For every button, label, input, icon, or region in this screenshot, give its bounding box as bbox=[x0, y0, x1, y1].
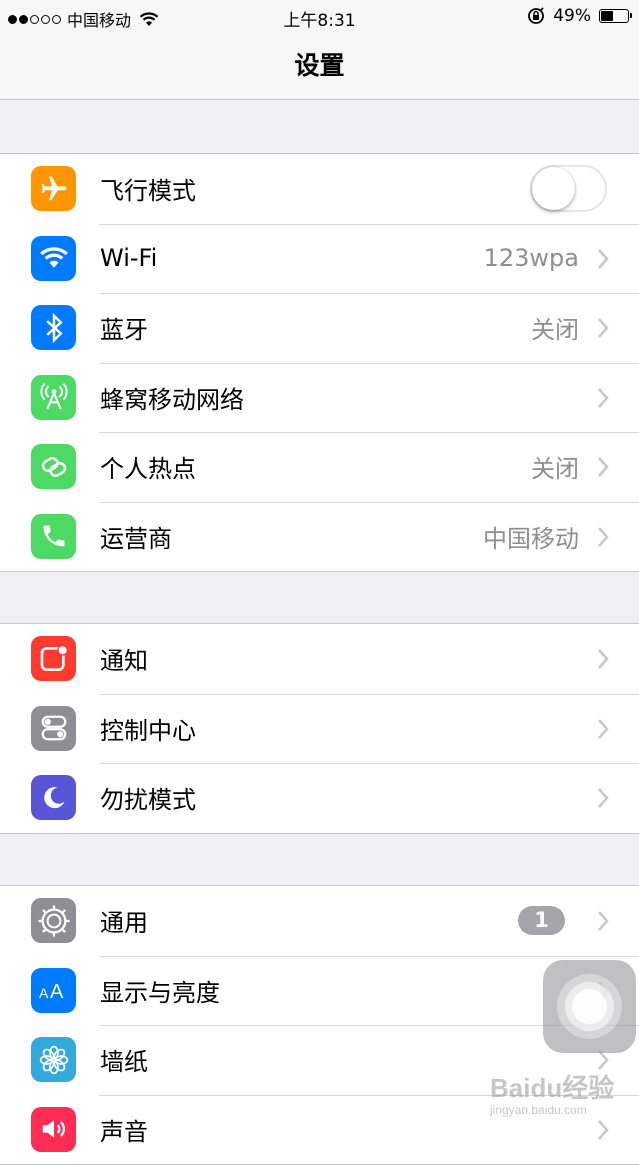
status-bar: 中国移动 上午8:31 49% bbox=[0, 0, 639, 40]
chevron-right-icon bbox=[598, 911, 609, 931]
wifi-icon bbox=[31, 235, 76, 281]
row-general[interactable]: 通用 1 bbox=[0, 886, 639, 956]
row-cellular[interactable]: 蜂窝移动网络 bbox=[0, 362, 639, 433]
page-title: 设置 bbox=[294, 51, 345, 80]
row-label: 声音 bbox=[100, 1117, 148, 1146]
row-value: 关闭 bbox=[531, 316, 579, 345]
watermark-sub: jingyan.baidu.com bbox=[490, 1103, 587, 1117]
orientation-lock-icon bbox=[528, 7, 545, 24]
row-label: 个人热点 bbox=[100, 455, 196, 484]
chevron-right-icon bbox=[598, 649, 609, 669]
svg-text:A: A bbox=[50, 981, 64, 1002]
update-badge: 1 bbox=[518, 906, 565, 935]
row-wifi[interactable]: Wi-Fi 123wpa bbox=[0, 223, 639, 294]
speaker-icon bbox=[31, 1106, 76, 1152]
notifications-icon bbox=[31, 636, 76, 681]
row-carrier[interactable]: 运营商 中国移动 bbox=[0, 501, 639, 572]
airplane-icon bbox=[31, 166, 76, 211]
chevron-right-icon bbox=[598, 457, 609, 477]
battery-icon bbox=[599, 9, 632, 23]
row-label: Wi-Fi bbox=[100, 244, 158, 273]
row-label: 飞行模式 bbox=[100, 177, 196, 206]
display-icon: A A bbox=[31, 967, 76, 1013]
row-personal-hotspot[interactable]: 个人热点 关闭 bbox=[0, 432, 639, 502]
row-airplane-mode[interactable]: 飞行模式 bbox=[0, 154, 639, 224]
watermark-main: Baidu经验 bbox=[490, 1073, 615, 1103]
gear-icon bbox=[31, 898, 76, 943]
row-bluetooth[interactable]: 蓝牙 关闭 bbox=[0, 293, 639, 363]
cellular-icon bbox=[31, 374, 76, 420]
toggle-knob bbox=[532, 167, 575, 210]
row-control-center[interactable]: 控制中心 bbox=[0, 693, 639, 764]
row-value: 中国移动 bbox=[483, 524, 579, 553]
chevron-right-icon bbox=[598, 718, 609, 739]
row-label: 通知 bbox=[100, 647, 148, 676]
row-do-not-disturb[interactable]: 勿扰模式 bbox=[0, 763, 639, 833]
assistive-touch-button[interactable] bbox=[543, 960, 636, 1053]
wallpaper-icon bbox=[31, 1037, 76, 1082]
phone-icon bbox=[31, 513, 76, 559]
row-label: 蜂窝移动网络 bbox=[100, 385, 244, 414]
row-label: 墙纸 bbox=[100, 1048, 148, 1077]
svg-text:A: A bbox=[39, 985, 49, 1001]
chevron-right-icon bbox=[598, 248, 609, 269]
row-label: 蓝牙 bbox=[100, 316, 148, 345]
chevron-right-icon bbox=[598, 387, 609, 408]
row-label: 运营商 bbox=[100, 524, 172, 553]
chevron-right-icon bbox=[598, 318, 609, 338]
chevron-right-icon bbox=[598, 788, 609, 808]
settings-group-notifications: 通知 控制中心 勿扰模式 bbox=[0, 623, 639, 834]
battery-percent: 49% bbox=[553, 6, 591, 26]
row-value: 123wpa bbox=[483, 244, 579, 273]
navigation-bar: 设置 bbox=[0, 40, 639, 100]
moon-icon bbox=[31, 775, 76, 820]
airplane-mode-toggle[interactable] bbox=[530, 165, 607, 212]
row-label: 勿扰模式 bbox=[100, 786, 196, 815]
control-center-icon bbox=[31, 705, 76, 751]
status-bar-right: 49% bbox=[527, 6, 632, 26]
baidu-watermark: Baidu经验 jingyan.baidu.com bbox=[490, 1068, 630, 1128]
row-notifications[interactable]: 通知 bbox=[0, 624, 639, 694]
settings-group-connectivity: 飞行模式 Wi-Fi 123wpa 蓝牙 关闭 蜂窝移动网络 个人热点 关闭 运… bbox=[0, 153, 639, 572]
hotspot-icon bbox=[31, 444, 76, 489]
row-label: 通用 bbox=[100, 909, 148, 938]
chevron-right-icon bbox=[598, 526, 609, 547]
row-value: 关闭 bbox=[531, 455, 579, 484]
row-label: 显示与亮度 bbox=[100, 978, 220, 1007]
row-label: 控制中心 bbox=[100, 716, 196, 745]
bluetooth-icon bbox=[31, 305, 76, 350]
